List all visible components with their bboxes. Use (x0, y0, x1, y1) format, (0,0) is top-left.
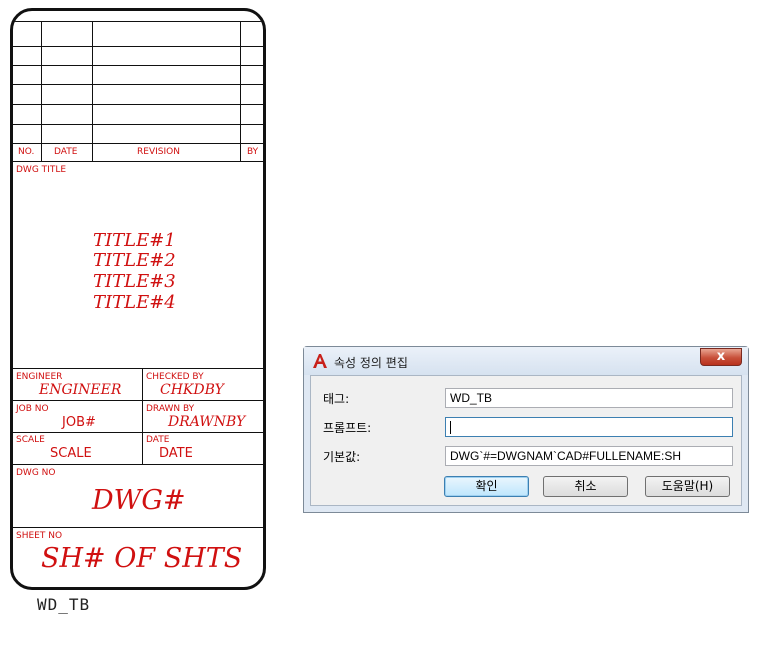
job-no-value: JOB# (62, 415, 96, 430)
grid-line (13, 368, 263, 369)
tag-field[interactable]: WD_TB (445, 388, 733, 408)
default-field-value: DWG`#=DWGNAM`CAD#FULLENAME:SH (450, 449, 682, 463)
prompt-label: 프롬프트: (323, 421, 372, 435)
grid-line (13, 124, 263, 125)
edit-attribute-definition-dialog: 속성 정의 편집 x 태그: WD_TB 프롬프트: 기본값: DWG`#=DW… (303, 346, 749, 513)
dwg-no-value: DWG# (92, 485, 186, 516)
block-name-caption: WD_TB (37, 595, 91, 614)
grid-line (13, 432, 263, 433)
grid-line (41, 21, 42, 161)
grid-line (13, 400, 263, 401)
tag-field-value: WD_TB (450, 391, 492, 405)
sheet-no-value: SH# OF SHTS (41, 543, 243, 574)
date-label: DATE (146, 435, 170, 445)
drawn-by-label: DRAWN BY (146, 404, 195, 414)
prompt-field[interactable] (445, 417, 733, 437)
grid-line (13, 143, 263, 144)
header-by: BY (247, 147, 259, 157)
grid-line (13, 46, 263, 47)
tag-label: 태그: (323, 392, 350, 406)
header-revision: REVISION (137, 147, 180, 157)
title-line-2: TITLE#2 (93, 250, 176, 271)
scale-value: SCALE (50, 446, 92, 461)
close-button[interactable]: x (700, 348, 742, 366)
dialog-title-bar[interactable]: 속성 정의 편집 x (304, 347, 748, 375)
engineer-value: ENGINEER (39, 382, 122, 398)
autocad-a-icon (313, 354, 327, 368)
ok-button[interactable]: 확인 (444, 476, 529, 497)
help-button[interactable]: 도움말(H) (645, 476, 730, 497)
dialog-body: 태그: WD_TB 프롬프트: 기본값: DWG`#=DWGNAM`CAD#FU… (310, 375, 742, 506)
grid-line (13, 65, 263, 66)
dwg-no-label: DWG NO (16, 468, 56, 478)
grid-line (13, 464, 263, 465)
default-label: 기본값: (323, 450, 361, 464)
title-line-4: TITLE#4 (93, 292, 176, 313)
grid-line (13, 527, 263, 528)
grid-line (142, 368, 143, 464)
date-value: DATE (159, 446, 193, 461)
header-no: NO. (18, 147, 35, 157)
title-block-drawing: NO. DATE REVISION BY DWG TITLE TITLE#1 T… (10, 8, 266, 590)
sheet-no-label: SHEET NO (16, 531, 63, 541)
engineer-label: ENGINEER (16, 372, 63, 382)
grid-line (240, 21, 241, 161)
grid-line (13, 84, 263, 85)
close-icon: x (716, 349, 726, 364)
drawn-by-value: DRAWNBY (168, 414, 246, 430)
cancel-button[interactable]: 취소 (543, 476, 628, 497)
grid-line (92, 21, 93, 161)
title-line-3: TITLE#3 (93, 271, 176, 292)
header-date: DATE (54, 147, 78, 157)
title-line-1: TITLE#1 (93, 230, 176, 251)
dwg-title-label: DWG TITLE (16, 165, 67, 175)
checked-by-label: CHECKED BY (146, 372, 204, 382)
dialog-title: 속성 정의 편집 (334, 356, 408, 370)
text-caret (450, 421, 451, 435)
grid-line (13, 21, 263, 22)
checked-by-value: CHKDBY (160, 382, 224, 398)
grid-line (13, 104, 263, 105)
default-value-field[interactable]: DWG`#=DWGNAM`CAD#FULLENAME:SH (445, 446, 733, 466)
job-no-label: JOB NO (16, 404, 49, 414)
scale-label: SCALE (16, 435, 45, 445)
grid-line (13, 161, 263, 162)
